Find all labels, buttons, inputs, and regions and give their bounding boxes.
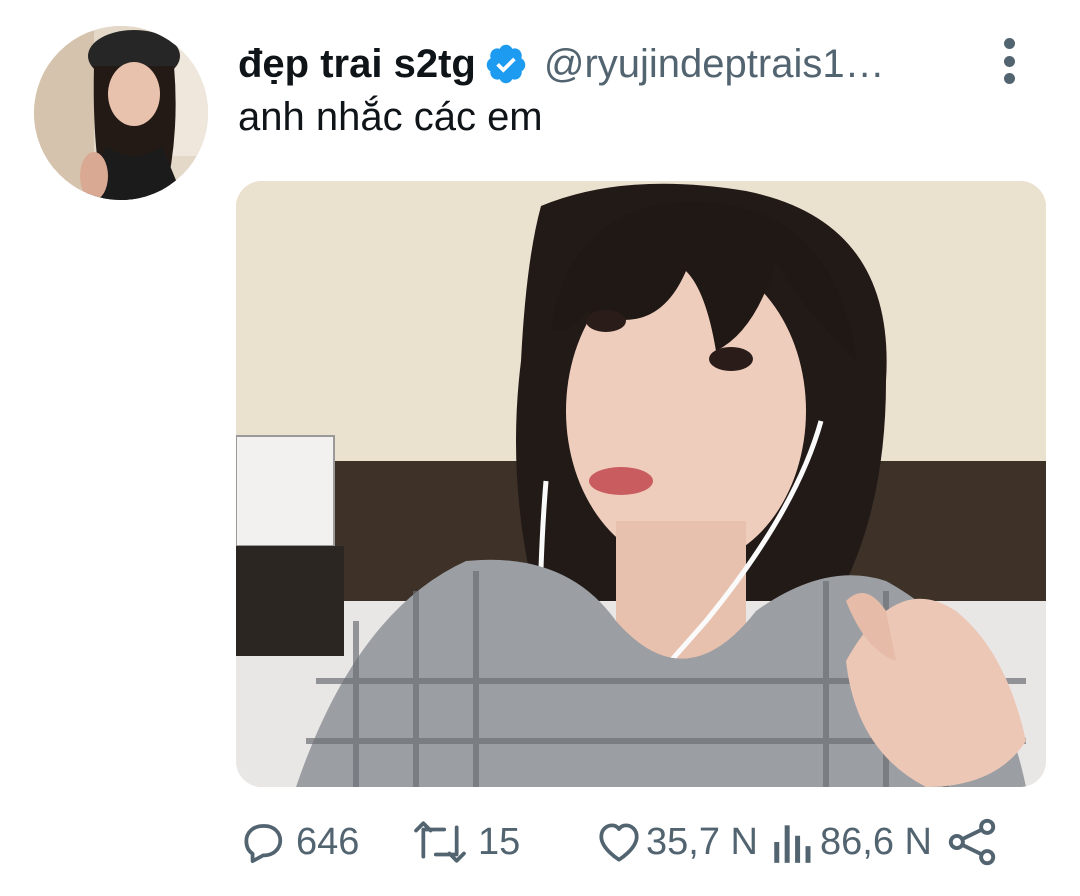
tweet-header: đẹp trai s2tg @ryujindeptrais1… — [238, 38, 998, 90]
retweet-button[interactable]: 15 — [410, 812, 520, 872]
reply-icon — [244, 824, 283, 864]
display-name[interactable]: đẹp trai s2tg — [238, 38, 476, 90]
share-icon — [948, 818, 996, 866]
tweet-media[interactable] — [236, 181, 1046, 787]
user-handle[interactable]: @ryujindeptrais1… — [544, 38, 885, 90]
views-bar-icon — [774, 825, 811, 863]
retweet-icon — [414, 821, 466, 863]
tweet-actions: 646 15 35,7 N 86,6 N — [238, 812, 1038, 872]
views-count: 86,6 N — [820, 820, 932, 863]
share-button[interactable] — [946, 812, 998, 872]
views-button[interactable]: 86,6 N — [770, 812, 932, 872]
more-vertical-icon[interactable] — [996, 36, 1022, 86]
avatar-image — [34, 26, 208, 200]
tweet[interactable]: đẹp trai s2tg @ryujindeptrais1… anh nhắc… — [0, 0, 1080, 896]
more-dot — [1003, 73, 1015, 84]
tweet-text: anh nhắc các em — [238, 95, 543, 139]
verified-badge-icon — [486, 44, 526, 84]
media-photo — [236, 181, 1046, 787]
reply-button[interactable]: 646 — [238, 812, 359, 872]
heart-icon — [599, 823, 639, 862]
avatar[interactable] — [34, 26, 208, 200]
like-button[interactable]: 35,7 N — [594, 812, 758, 872]
reply-count: 646 — [296, 820, 360, 863]
retweet-count: 15 — [478, 820, 521, 863]
more-dot — [1003, 55, 1015, 67]
like-count: 35,7 N — [646, 820, 758, 863]
more-dot — [1003, 38, 1015, 49]
